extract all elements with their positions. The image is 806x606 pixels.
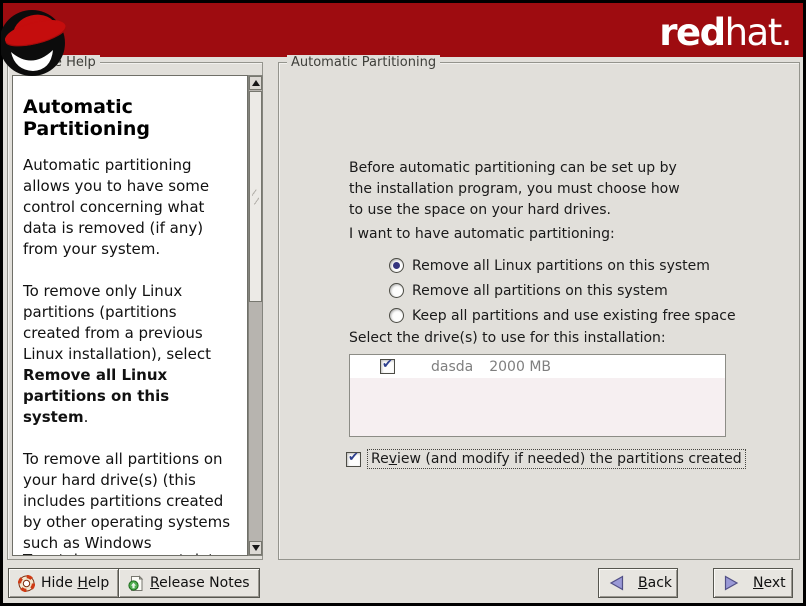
scroll-up-button[interactable] (249, 76, 262, 90)
release-notes-label: Release Notes (150, 575, 250, 591)
back-label: Back (638, 575, 672, 591)
help-scrollbar[interactable] (248, 75, 263, 556)
back-arrow-icon (609, 575, 624, 591)
label-mnemonic: N (753, 575, 763, 591)
drive-name: dasda (431, 359, 473, 375)
automatic-partitioning-frame: Automatic Partitioning Before automatic … (278, 62, 800, 560)
help-p2-bold: Remove all Linux partitions on this syst… (23, 366, 169, 426)
partitioning-radio-group: Remove all Linux partitions on this syst… (389, 253, 736, 328)
release-notes-page-icon (128, 575, 144, 592)
radio-button-icon[interactable] (389, 283, 404, 298)
label-pre: Hide (41, 575, 77, 591)
brand-bold: red (659, 11, 724, 54)
automatic-partitioning-frame-label: Automatic Partitioning (287, 55, 440, 70)
hide-help-label: Hide Help (41, 575, 109, 591)
label-mnemonic: B (638, 575, 648, 591)
label-post: elp (88, 575, 109, 591)
radio-keep-all-partitions[interactable]: Keep all partitions and use existing fre… (389, 303, 736, 328)
content-area: Online Help Automatic Partitioning Autom… (3, 57, 803, 603)
radio-label: Remove all Linux partitions on this syst… (412, 258, 710, 274)
label-mnemonic: R (150, 575, 159, 591)
scrollbar-thumb[interactable] (249, 91, 262, 302)
intro-text: Before automatic partitioning can be set… (349, 158, 695, 221)
scroll-down-icon (252, 545, 260, 551)
review-partitions-option[interactable]: Review (and modify if needed) the partit… (346, 449, 746, 469)
review-label-mnemonic: v (389, 451, 397, 467)
drives-select-label: Select the drive(s) to use for this inst… (349, 330, 666, 346)
radio-label: Keep all partitions and use existing fre… (412, 308, 736, 324)
radio-remove-linux-partitions[interactable]: Remove all Linux partitions on this syst… (389, 253, 736, 278)
question-text: I want to have automatic partitioning: (349, 226, 615, 242)
help-paragraph-1: Automatic partitioning allows you to hav… (23, 155, 235, 260)
label-post: ack (648, 575, 672, 591)
drive-row-dasda[interactable]: dasda 2000 MB (350, 355, 725, 378)
help-text-viewport: Automatic Partitioning Automatic partiti… (12, 75, 248, 556)
review-checkbox[interactable] (346, 452, 361, 467)
scroll-up-icon (252, 80, 260, 86)
drive-list[interactable]: dasda 2000 MB (349, 354, 726, 437)
next-arrow-icon (724, 575, 739, 591)
drive-size: 2000 MB (489, 359, 551, 375)
label-mnemonic: H (77, 575, 88, 591)
radio-remove-all-partitions[interactable]: Remove all partitions on this system (389, 278, 736, 303)
release-notes-button[interactable]: Release Notes (118, 568, 260, 598)
review-checkbox-label: Review (and modify if needed) the partit… (367, 449, 746, 469)
review-label-pre: Re (371, 451, 389, 467)
help-paragraph-2: To remove only Linux partitions (partiti… (23, 281, 235, 428)
label-post: elease Notes (159, 575, 250, 591)
top-banner: redhat. (3, 3, 803, 57)
installer-window: redhat. Online Help Automatic Partitioni… (0, 0, 806, 606)
back-button[interactable]: Back (598, 568, 678, 598)
brand-rest: hat (725, 11, 781, 54)
help-p2-pre: To remove only Linux partitions (partiti… (23, 282, 211, 363)
radio-button-icon[interactable] (389, 258, 404, 273)
help-paragraph-3: To remove all partitions on your hard dr… (23, 449, 235, 556)
redhat-wordmark: redhat. (659, 11, 791, 54)
help-heading: Automatic Partitioning (23, 96, 235, 140)
scroll-down-button[interactable] (249, 541, 262, 555)
radio-button-icon[interactable] (389, 308, 404, 323)
brand-dot: . (781, 11, 791, 54)
radio-label: Remove all partitions on this system (412, 283, 668, 299)
next-button[interactable]: Next (713, 568, 793, 598)
life-ring-icon (18, 575, 35, 592)
help-p2-post: . (84, 408, 89, 426)
online-help-frame: Online Help Automatic Partitioning Autom… (7, 62, 263, 560)
help-p3-pre: To remove all partitions on your hard dr… (23, 450, 230, 556)
hide-help-button[interactable]: Hide Help (8, 568, 119, 598)
drive-checkbox[interactable] (380, 359, 395, 374)
label-post: ext (763, 575, 785, 591)
next-label: Next (753, 575, 786, 591)
review-label-post: iew (and modify if needed) the partition… (397, 451, 742, 467)
redhat-shadowman-logo (1, 0, 75, 90)
